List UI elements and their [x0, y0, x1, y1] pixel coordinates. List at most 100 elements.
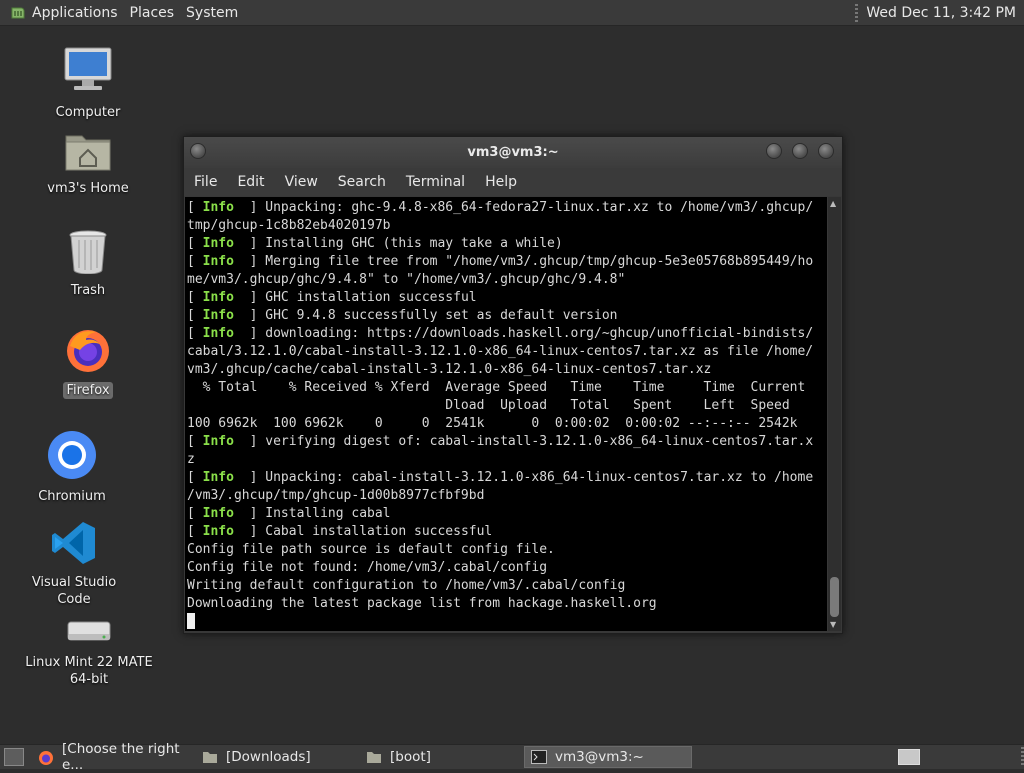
task-label: [boot]	[390, 749, 431, 765]
home-folder-icon	[64, 128, 112, 176]
desktop-icon-firefox[interactable]: Firefox	[48, 326, 128, 399]
terminal-line-text: Config file not found: /home/vm3/.cabal/…	[187, 560, 548, 575]
info-bracket-close: ]	[233, 290, 266, 305]
terminal-line-text: vm3/.ghcup/cache/cabal-install-3.12.1.0-…	[187, 362, 712, 377]
terminal-line: [ Info ] GHC 9.4.8 successfully set as d…	[187, 307, 827, 325]
terminal-line: Config file not found: /home/vm3/.cabal/…	[187, 559, 827, 577]
menu-search[interactable]: Search	[328, 174, 396, 190]
task-label: [Downloads]	[226, 749, 311, 765]
terminal-line: cabal/3.12.1.0/cabal-install-3.12.1.0-x8…	[187, 343, 827, 361]
info-bracket-open: [	[187, 524, 203, 539]
terminal-line: me/vm3/.ghcup/ghc/9.4.8" to "/home/vm3/.…	[187, 271, 827, 289]
terminal-line: /vm3/.ghcup/tmp/ghcup-1d00b8977cfbf9bd	[187, 487, 827, 505]
desktop-icon-label: Linux Mint 22 MATE 64-bit	[25, 655, 153, 687]
info-bracket-open: [	[187, 254, 203, 269]
mint-logo-icon[interactable]	[10, 5, 26, 21]
desktop-icon-trash[interactable]: Trash	[48, 228, 128, 299]
task-terminal[interactable]: vm3@vm3:~	[524, 746, 692, 768]
desktop-icon-vscode[interactable]: Visual Studio Code	[14, 520, 134, 608]
terminal-line: Downloading the latest package list from…	[187, 595, 827, 613]
desktop-icon-label: Visual Studio Code	[31, 575, 117, 607]
window-titlebar[interactable]: vm3@vm3:~	[184, 137, 842, 168]
system-menu[interactable]: System	[186, 5, 246, 21]
scroll-down-icon[interactable]: ▼	[830, 620, 836, 629]
terminal-line: z	[187, 451, 827, 469]
info-label: Info	[202, 434, 234, 449]
terminal-scrollbar[interactable]: ▲ ▼	[828, 197, 841, 631]
info-bracket-open: [	[187, 308, 203, 323]
desktop-icon-computer[interactable]: Computer	[48, 44, 128, 121]
desktop-icon-label: Firefox	[63, 382, 113, 399]
places-menu[interactable]: Places	[130, 5, 183, 21]
terminal-line: [ Info ] Installing GHC (this may take a…	[187, 235, 827, 253]
trash-icon	[66, 228, 110, 278]
info-bracket-close: ]	[233, 524, 266, 539]
terminal-line-text: Unpacking: ghc-9.4.8-x86_64-fedora27-lin…	[265, 200, 814, 215]
maximize-icon[interactable]	[792, 143, 808, 159]
info-bracket-close: ]	[233, 236, 266, 251]
terminal-line-text: % Total % Received % Xferd Average Speed…	[187, 380, 806, 395]
terminal-line: Config file path source is default confi…	[187, 541, 827, 559]
info-bracket-open: [	[187, 236, 203, 251]
terminal-lines: [ Info ] Unpacking: ghc-9.4.8-x86_64-fed…	[185, 197, 827, 631]
terminal-line-text: me/vm3/.ghcup/ghc/9.4.8" to "/home/vm3/.…	[187, 272, 626, 287]
menu-terminal[interactable]: Terminal	[396, 174, 475, 190]
desktop-icon-label: vm3's Home	[47, 181, 129, 196]
info-bracket-close: ]	[233, 506, 266, 521]
terminal-line-text: Merging file tree from "/home/vm3/.ghcup…	[265, 254, 814, 269]
info-bracket-open: [	[187, 326, 203, 341]
task-boot[interactable]: [boot]	[360, 746, 520, 768]
desktop-icon-home[interactable]: vm3's Home	[38, 128, 138, 197]
task-label: [Choose the right e...	[62, 741, 180, 773]
window-menu-icon[interactable]	[190, 143, 206, 159]
clock[interactable]: Wed Dec 11, 3:42 PM	[866, 5, 1024, 21]
info-label: Info	[202, 290, 234, 305]
menu-edit[interactable]: Edit	[227, 174, 274, 190]
show-desktop-button[interactable]	[4, 748, 24, 766]
terminal-line-text: Writing default configuration to /home/v…	[187, 578, 626, 593]
task-label: vm3@vm3:~	[555, 749, 644, 765]
terminal-line-text: Dload Upload Total Spent Left Speed	[187, 398, 790, 413]
applications-menu[interactable]: Applications	[32, 5, 126, 21]
chromium-icon	[47, 430, 97, 484]
terminal-line: [ Info ] downloading: https://downloads.…	[187, 325, 827, 343]
info-label: Info	[202, 524, 234, 539]
terminal-line-text: Installing GHC (this may take a while)	[265, 236, 563, 251]
window-title: vm3@vm3:~	[467, 145, 559, 160]
info-label: Info	[202, 506, 234, 521]
firefox-icon	[38, 750, 54, 765]
workspace-switcher[interactable]	[898, 749, 920, 765]
task-downloads[interactable]: [Downloads]	[196, 746, 356, 768]
menu-file[interactable]: File	[184, 174, 227, 190]
close-icon[interactable]	[818, 143, 834, 159]
top-panel: Applications Places System Wed Dec 11, 3…	[0, 0, 1024, 26]
terminal-line-text: Installing cabal	[265, 506, 391, 521]
desktop-icon-linux-mint-drive[interactable]: Linux Mint 22 MATE 64-bit	[24, 614, 154, 688]
folder-icon	[366, 750, 382, 764]
terminal-line: [ Info ] Merging file tree from "/home/v…	[187, 253, 827, 271]
desktop-icon-label: Computer	[55, 105, 121, 120]
terminal-line-text: GHC installation successful	[265, 290, 477, 305]
scroll-up-icon[interactable]: ▲	[830, 199, 836, 208]
terminal-window[interactable]: vm3@vm3:~ File Edit View Search Terminal…	[183, 136, 843, 634]
scrollbar-thumb[interactable]	[830, 577, 839, 617]
menu-view[interactable]: View	[275, 174, 328, 190]
desktop-icon-chromium[interactable]: Chromium	[32, 430, 112, 505]
terminal-output[interactable]: [ Info ] Unpacking: ghc-9.4.8-x86_64-fed…	[185, 197, 827, 631]
task-firefox[interactable]: [Choose the right e...	[32, 741, 192, 773]
terminal-line: [ Info ] Unpacking: cabal-install-3.12.1…	[187, 469, 827, 487]
terminal-line-text: cabal/3.12.1.0/cabal-install-3.12.1.0-x8…	[187, 344, 814, 359]
menu-help[interactable]: Help	[475, 174, 527, 190]
info-bracket-close: ]	[233, 470, 266, 485]
vscode-icon	[51, 520, 97, 570]
terminal-line: [ Info ] GHC installation successful	[187, 289, 827, 307]
prompt-line[interactable]	[187, 613, 827, 631]
terminal-line-text: Cabal installation successful	[265, 524, 493, 539]
bottom-taskbar: [Choose the right e... [Downloads] [boot…	[0, 741, 1024, 773]
terminal-line: [ Info ] Cabal installation successful	[187, 523, 827, 541]
terminal-line-text: /vm3/.ghcup/tmp/ghcup-1d00b8977cfbf9bd	[187, 488, 485, 503]
minimize-icon[interactable]	[766, 143, 782, 159]
info-bracket-close: ]	[233, 254, 266, 269]
desktop-icon-label: Trash	[70, 283, 106, 298]
terminal-line: Writing default configuration to /home/v…	[187, 577, 827, 595]
